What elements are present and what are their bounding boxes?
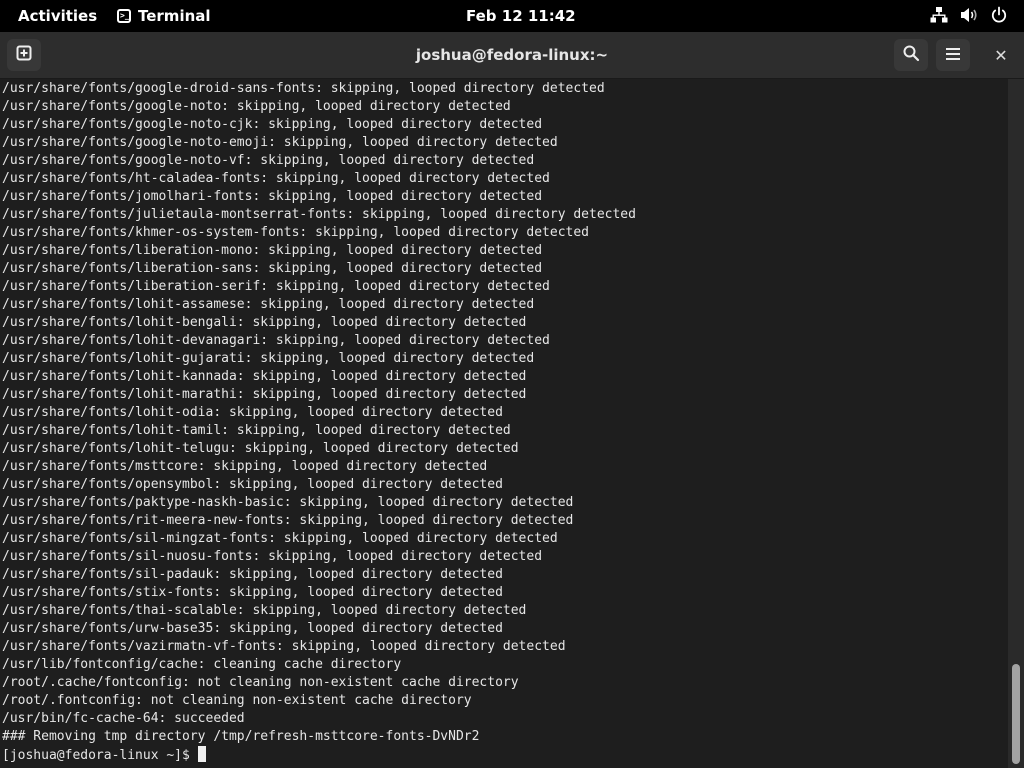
terminal-line: /usr/share/fonts/msttcore: skipping, loo… [2,459,488,474]
terminal-line: /usr/share/fonts/lohit-odia: skipping, l… [2,405,503,420]
terminal-line: /usr/share/fonts/lohit-tamil: skipping, … [2,423,511,438]
terminal-line: /usr/share/fonts/liberation-mono: skippi… [2,243,543,258]
terminal-line: /usr/share/fonts/liberation-serif: skipp… [2,279,550,294]
terminal-line: /usr/share/fonts/sil-mingzat-fonts: skip… [2,531,558,546]
close-icon: ✕ [994,45,1008,65]
terminal-line: /usr/share/fonts/lohit-gujarati: skippin… [2,351,535,366]
scrollbar-thumb[interactable] [1012,664,1020,764]
terminal-line: /usr/lib/fontconfig/cache: cleaning cach… [2,657,402,672]
search-button[interactable] [894,39,928,71]
hamburger-menu-icon [945,46,961,65]
terminal-icon: >_ [117,9,131,23]
terminal-line: ### Removing tmp directory /tmp/refresh-… [2,729,480,744]
terminal-line: /usr/share/fonts/sil-padauk: skipping, l… [2,567,503,582]
volume-icon[interactable] [960,6,978,24]
text-cursor [197,746,206,762]
terminal-line: /usr/share/fonts/lohit-assamese: skippin… [2,297,535,312]
prompt-line[interactable]: [joshua@fedora-linux ~]$ [2,746,636,764]
system-tray[interactable] [930,6,1008,24]
terminal-line: /root/.cache/fontconfig: not cleaning no… [2,675,519,690]
shell-prompt: [joshua@fedora-linux ~]$ [2,748,198,763]
terminal-line: /usr/share/fonts/lohit-marathi: skipping… [2,387,527,402]
terminal-header-bar: joshua@fedora-linux:~ ✕ [0,32,1024,79]
terminal-line: /usr/share/fonts/google-noto-emoji: skip… [2,135,558,150]
terminal-line: /usr/share/fonts/paktype-naskh-basic: sk… [2,495,574,510]
terminal-line: /usr/share/fonts/urw-base35: skipping, l… [2,621,503,636]
activities-button[interactable]: Activities [18,7,97,25]
terminal-line: /usr/share/fonts/liberation-sans: skippi… [2,261,543,276]
terminal-line: /usr/share/fonts/ht-caladea-fonts: skipp… [2,171,550,186]
terminal-line: /usr/share/fonts/lohit-kannada: skipping… [2,369,527,384]
clock[interactable]: Feb 12 11:42 [466,7,576,25]
terminal-line: /usr/share/fonts/sil-nuosu-fonts: skippi… [2,549,543,564]
terminal-line: /usr/share/fonts/rit-meera-new-fonts: sk… [2,513,574,528]
terminal-line: /usr/share/fonts/google-noto: skipping, … [2,99,511,114]
scrollbar[interactable] [1008,79,1024,768]
terminal-line: /usr/share/fonts/google-noto-cjk: skippi… [2,117,543,132]
terminal-line: /usr/share/fonts/vazirmatn-vf-fonts: ski… [2,639,566,654]
window-title: joshua@fedora-linux:~ [415,46,609,64]
network-icon[interactable] [930,6,948,24]
terminal-lines: /usr/share/fonts/google-droid-sans-fonts… [2,80,636,764]
app-name: Terminal [138,7,211,25]
terminal-line: /usr/share/fonts/khmer-os-system-fonts: … [2,225,589,240]
terminal-line: /usr/share/fonts/stix-fonts: skipping, l… [2,585,503,600]
close-button[interactable]: ✕ [986,39,1016,71]
terminal-line: /usr/share/fonts/google-droid-sans-fonts… [2,81,605,96]
main-menu-button[interactable] [936,39,970,71]
terminal-line: /usr/share/fonts/lohit-devanagari: skipp… [2,333,550,348]
terminal-line: /usr/share/fonts/lohit-telugu: skipping,… [2,441,519,456]
terminal-output[interactable]: /usr/share/fonts/google-droid-sans-fonts… [0,79,1008,768]
terminal-line: /root/.fontconfig: not cleaning non-exis… [2,693,472,708]
terminal-line: /usr/share/fonts/jomolhari-fonts: skippi… [2,189,543,204]
terminal-line: /usr/share/fonts/julietaula-montserrat-f… [2,207,636,222]
terminal-line: /usr/share/fonts/opensymbol: skipping, l… [2,477,503,492]
app-menu-button[interactable]: >_ Terminal [117,7,211,25]
power-icon[interactable] [990,6,1008,24]
terminal-line: /usr/bin/fc-cache-64: succeeded [2,711,245,726]
search-icon [902,44,920,66]
gnome-top-bar: Activities >_ Terminal Feb 12 11:42 [0,0,1024,32]
terminal-line: /usr/share/fonts/thai-scalable: skipping… [2,603,527,618]
terminal-line: /usr/share/fonts/lohit-bengali: skipping… [2,315,527,330]
terminal-line: /usr/share/fonts/google-noto-vf: skippin… [2,153,535,168]
